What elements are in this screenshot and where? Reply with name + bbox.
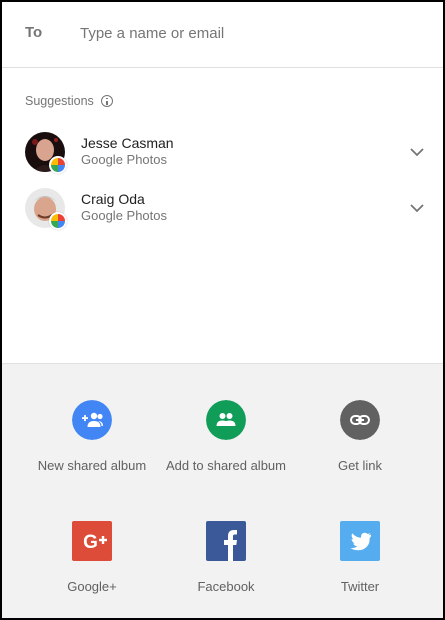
share-option-label: Get link xyxy=(337,458,383,473)
get-link-button[interactable]: Get link xyxy=(300,400,420,476)
contact-source: Google Photos xyxy=(81,208,168,223)
recipient-input[interactable] xyxy=(80,18,420,48)
share-option-label: New shared album xyxy=(37,458,147,473)
google-plus-share-button[interactable]: G Google+ xyxy=(32,521,152,597)
google-photos-icon xyxy=(49,212,67,230)
share-options-panel: New shared album Add to shared album Get… xyxy=(2,363,443,618)
twitter-share-button[interactable]: Twitter xyxy=(300,521,420,597)
share-dialog: To Suggestions Jesse Casman G xyxy=(2,2,443,618)
share-option-label: Facebook xyxy=(197,579,255,594)
svg-text:G: G xyxy=(83,532,98,553)
info-icon[interactable] xyxy=(100,95,113,107)
suggestions-header: Suggestions xyxy=(25,94,113,108)
facebook-icon xyxy=(206,521,246,561)
share-option-label: Add to shared album xyxy=(166,458,286,473)
contact-name: Craig Oda xyxy=(81,191,145,207)
link-icon xyxy=(340,400,380,440)
recipient-row: To xyxy=(2,2,443,68)
add-to-shared-album-button[interactable]: Add to shared album xyxy=(166,400,286,476)
google-plus-icon: G xyxy=(72,521,112,561)
share-option-label: Twitter xyxy=(340,579,380,594)
to-label: To xyxy=(25,24,43,41)
group-add-icon xyxy=(72,400,112,440)
chevron-down-icon[interactable] xyxy=(409,144,425,160)
chevron-down-icon[interactable] xyxy=(409,200,425,216)
facebook-share-button[interactable]: Facebook xyxy=(166,521,286,597)
twitter-icon xyxy=(340,521,380,561)
group-icon xyxy=(206,400,246,440)
suggestions-title: Suggestions xyxy=(25,94,94,108)
google-photos-icon xyxy=(49,156,67,174)
contact-name: Jesse Casman xyxy=(81,135,174,151)
contact-source: Google Photos xyxy=(81,152,168,167)
suggestion-item-jesse-casman[interactable]: Jesse Casman Google Photos xyxy=(2,128,443,180)
share-option-label: Google+ xyxy=(67,579,117,594)
new-shared-album-button[interactable]: New shared album xyxy=(32,400,152,476)
suggestion-item-craig-oda[interactable]: Craig Oda Google Photos xyxy=(2,184,443,236)
